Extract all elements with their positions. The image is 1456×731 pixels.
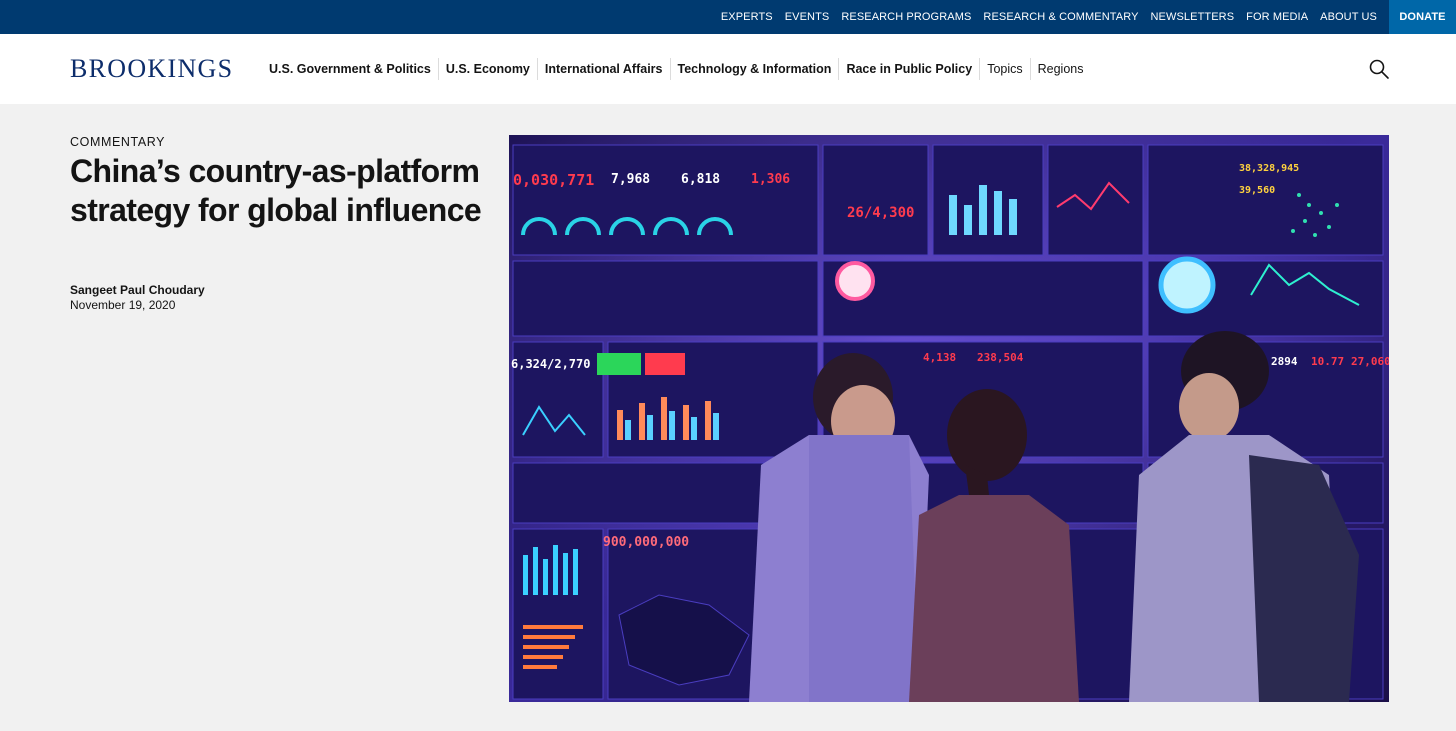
readout-3: 6,818 bbox=[681, 172, 720, 187]
readout-11: 2894 bbox=[1271, 355, 1298, 368]
utility-nav: EXPERTS EVENTS RESEARCH PROGRAMS RESEARC… bbox=[721, 0, 1456, 34]
utility-link-research-programs[interactable]: RESEARCH PROGRAMS bbox=[841, 11, 971, 23]
readout-14: 900,000,000 bbox=[603, 535, 689, 550]
readout-1: 0,030,771 bbox=[513, 171, 594, 189]
utility-link-events[interactable]: EVENTS bbox=[785, 11, 830, 23]
article-date: November 19, 2020 bbox=[70, 298, 176, 312]
nav-item-topics[interactable]: Topics bbox=[979, 58, 1029, 80]
pie-ring-left bbox=[835, 261, 875, 301]
search-icon[interactable] bbox=[1368, 58, 1390, 80]
status-chip-green bbox=[597, 353, 641, 375]
nav-item-us-economy[interactable]: U.S. Economy bbox=[437, 58, 537, 80]
article-author[interactable]: Sangeet Paul Choudary bbox=[70, 283, 205, 297]
readout-2: 7,968 bbox=[611, 172, 650, 187]
utility-link-for-media[interactable]: FOR MEDIA bbox=[1246, 11, 1308, 23]
readout-13: 27,060 bbox=[1351, 355, 1389, 368]
nav-item-race-in-public-policy[interactable]: Race in Public Policy bbox=[838, 58, 979, 80]
nav-item-us-government-politics[interactable]: U.S. Government & Politics bbox=[262, 58, 438, 80]
utility-link-about-us[interactable]: ABOUT US bbox=[1320, 11, 1377, 23]
pie-ring-right bbox=[1158, 256, 1216, 314]
readout-12: 10.77 bbox=[1311, 355, 1344, 368]
hero-illustration: 0,030,771 7,968 6,818 1,306 26/4,300 38,… bbox=[509, 135, 1389, 702]
readout-5: 26/4,300 bbox=[847, 205, 914, 221]
readout-9: 4,138 bbox=[923, 351, 956, 364]
hero-image: 0,030,771 7,968 6,818 1,306 26/4,300 38,… bbox=[509, 135, 1389, 702]
nav-item-regions[interactable]: Regions bbox=[1029, 58, 1091, 80]
utility-link-experts[interactable]: EXPERTS bbox=[721, 11, 773, 23]
readout-10: 238,504 bbox=[977, 351, 1024, 364]
readout-8: 6,324/2,770 bbox=[511, 357, 590, 371]
site-header: BROOKINGS U.S. Government & Politics U.S… bbox=[0, 34, 1456, 104]
readout-6: 38,328,945 bbox=[1239, 163, 1299, 174]
readout-7: 39,560 bbox=[1239, 185, 1275, 196]
utility-link-research-commentary[interactable]: RESEARCH & COMMENTARY bbox=[983, 11, 1138, 23]
main-nav: U.S. Government & Politics U.S. Economy … bbox=[262, 34, 1091, 104]
donate-button[interactable]: DONATE bbox=[1389, 0, 1456, 34]
brookings-logo[interactable]: BROOKINGS bbox=[70, 54, 233, 84]
status-chip-red bbox=[645, 353, 685, 375]
nav-item-international-affairs[interactable]: International Affairs bbox=[536, 58, 670, 80]
nav-item-technology-information[interactable]: Technology & Information bbox=[669, 58, 839, 80]
utility-link-newsletters[interactable]: NEWSLETTERS bbox=[1151, 11, 1235, 23]
article-kicker[interactable]: COMMENTARY bbox=[70, 135, 165, 149]
article-title: China’s country-as-platform strategy for… bbox=[70, 153, 482, 228]
utility-bar: EXPERTS EVENTS RESEARCH PROGRAMS RESEARC… bbox=[0, 0, 1456, 34]
readout-4: 1,306 bbox=[751, 172, 790, 187]
